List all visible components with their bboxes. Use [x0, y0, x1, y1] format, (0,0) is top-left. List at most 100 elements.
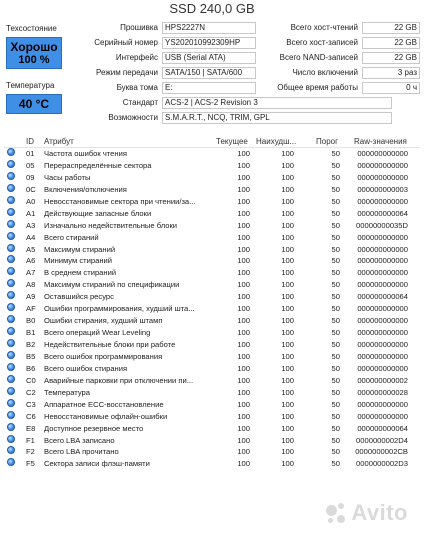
table-row[interactable]: F2 Всего LBA прочитано 100 100 50 0000000002C…	[4, 446, 420, 458]
cell-worst: 100	[281, 316, 294, 326]
table-row[interactable]: A4 Всего стираний 100 100 50 000000000000	[4, 231, 420, 244]
table-row[interactable]: E8 Доступное резервное место 100 100 50 00000…	[4, 422, 420, 435]
features-label: Возможности	[108, 113, 158, 122]
cell-raw: 0000000002CB	[355, 447, 408, 457]
cell-threshold: 50	[331, 160, 340, 170]
cell-threshold: 50	[331, 304, 340, 314]
cell-threshold: 50	[331, 268, 340, 278]
table-row[interactable]: A0 Невосстановимые сектора при чтении/за.…	[4, 195, 420, 208]
table-row[interactable]: 01 Частота ошибок чтения 100 100 50 000000000…	[4, 148, 420, 160]
cell-threshold: 50	[331, 280, 340, 290]
cell-raw: 000000000000	[357, 399, 408, 409]
header-threshold[interactable]: Порог	[316, 137, 338, 146]
header-attribute[interactable]: Атрибут	[44, 137, 74, 146]
power-on-hours-label: Общее время работы	[277, 83, 358, 92]
table-row[interactable]: 0C Включения/отключения 100 100 50 0000000000…	[4, 183, 420, 196]
table-row[interactable]: C0 Аварийные парковки при отключении пи..…	[4, 374, 420, 387]
table-row[interactable]: B5 Всего ошибок программирования 100 100 50 0…	[4, 350, 420, 363]
cell-attribute: Сектора записи флэш-памяти	[44, 459, 150, 469]
cell-threshold: 50	[331, 423, 340, 433]
table-row[interactable]: A3 Изначально недействительные блоки 100 10…	[4, 219, 420, 232]
table-row[interactable]: B2 Недействительные блоки при работе 100 10…	[4, 339, 420, 351]
cell-threshold: 50	[331, 316, 340, 326]
table-row[interactable]: 09 Часы работы 100 100 50 000000000000	[4, 171, 420, 184]
cell-worst: 100	[281, 160, 294, 170]
table-row[interactable]: A7 В среднем стираний 100 100 50 000000000000	[4, 267, 420, 279]
header-worst[interactable]: Наихудш...	[256, 137, 296, 146]
cell-threshold: 50	[331, 172, 340, 182]
table-row[interactable]: C6 Невосстановимые офлайн-ошибки 100 100 50 0…	[4, 410, 420, 423]
status-dot-icon	[7, 422, 15, 431]
cell-raw: 000000000000	[357, 244, 408, 254]
status-dot-icon	[7, 327, 15, 336]
health-status-badge[interactable]: Хорошо 100 %	[6, 37, 62, 69]
cell-id: A8	[26, 280, 36, 290]
cell-id: A9	[26, 292, 36, 302]
cell-worst: 100	[281, 387, 294, 397]
cell-attribute: Всего LBA записано	[44, 435, 115, 445]
table-row[interactable]: F5 Сектора записи флэш-памяти 100 100 50 0000…	[4, 458, 420, 470]
smart-table[interactable]: ID Атрибут Текущее Наихудш... Порог Raw-…	[4, 136, 420, 470]
cell-current: 100	[237, 172, 250, 182]
cell-worst: 100	[281, 196, 294, 206]
cell-id: A4	[26, 232, 36, 242]
cell-id: B6	[26, 363, 36, 373]
table-row[interactable]: A8 Максимум стираний по спецификации 100 10…	[4, 279, 420, 291]
cell-attribute: Часы работы	[44, 172, 91, 182]
cell-attribute: Изначально недействительные блоки	[44, 220, 178, 230]
temperature-badge[interactable]: 40 °C	[6, 94, 62, 114]
cell-raw: 000000000000	[357, 149, 408, 158]
table-row[interactable]: A1 Действующие запасные блоки 100 100 50 0000…	[4, 207, 420, 220]
cell-worst: 100	[281, 328, 294, 338]
cell-id: A5	[26, 244, 36, 254]
cell-raw: 000000000000	[357, 304, 408, 314]
status-dot-icon	[7, 362, 15, 371]
cell-raw: 000000000000	[357, 328, 408, 338]
cell-attribute: Частота ошибок чтения	[44, 149, 127, 158]
table-row[interactable]: AF Ошибки программирования, худший шта...…	[4, 303, 420, 315]
cell-worst: 100	[281, 184, 294, 194]
cell-id: AF	[26, 304, 36, 314]
cell-id: A7	[26, 268, 36, 278]
cell-attribute: Доступное резервное место	[44, 423, 144, 433]
cell-raw: 000000000064	[357, 208, 408, 218]
table-row[interactable]: A6 Минимум стираний 100 100 50 000000000000	[4, 255, 420, 267]
header-id[interactable]: ID	[26, 137, 34, 146]
status-dot-icon	[7, 398, 15, 407]
table-row[interactable]: 05 Перераспределённые сектора 100 100 50 0000…	[4, 159, 420, 172]
cell-attribute: Недействительные блоки при работе	[44, 340, 176, 349]
status-dot-icon	[7, 171, 15, 180]
table-row[interactable]: A5 Максимум стираний 100 100 50 000000000000	[4, 243, 420, 256]
cell-id: 09	[26, 172, 35, 182]
cell-id: 01	[26, 149, 35, 158]
table-row[interactable]: B1 Всего операций Wear Leveling 100 100 50 00…	[4, 327, 420, 339]
temperature-label: Температура	[6, 81, 55, 90]
header-raw-values[interactable]: Raw-значения	[354, 137, 407, 146]
table-row[interactable]: A9 Оставшийся ресурс 100 100 50 000000000064	[4, 291, 420, 303]
table-row[interactable]: F1 Всего LBA записано 100 100 50 0000000002D4	[4, 434, 420, 447]
nand-writes-label: Всего NAND-записей	[279, 53, 358, 62]
table-row[interactable]: C3 Аппаратное ECC-восстановление 100 100 50 0…	[4, 398, 420, 411]
cell-attribute: Оставшийся ресурс	[44, 292, 114, 302]
cell-raw: 00000000035D	[356, 220, 408, 230]
cell-raw: 000000000064	[357, 423, 408, 433]
cell-raw: 000000000000	[357, 280, 408, 290]
status-dot-icon	[7, 183, 15, 192]
smart-table-header: ID Атрибут Текущее Наихудш... Порог Raw-…	[4, 136, 420, 148]
cell-id: B5	[26, 351, 36, 361]
table-row[interactable]: B6 Всего ошибок стирания 100 100 50 000000000…	[4, 362, 420, 375]
table-row[interactable]: B0 Ошибки стирания, худший штамп 100 100 50 0…	[4, 315, 420, 327]
cell-id: E8	[26, 423, 36, 433]
cell-id: A6	[26, 256, 36, 266]
cell-attribute: Невосстановимые офлайн-ошибки	[44, 411, 168, 421]
cell-current: 100	[237, 268, 250, 278]
cell-id: C0	[26, 375, 36, 385]
table-row[interactable]: C2 Температура 100 100 50 000000000028	[4, 386, 420, 399]
header-current[interactable]: Текущее	[216, 137, 248, 146]
cell-worst: 100	[281, 399, 294, 409]
info-host-writes-row: Всего хост-записей 22 GB	[262, 37, 422, 49]
cell-id: B2	[26, 340, 36, 349]
cell-current: 100	[237, 220, 250, 230]
host-writes-field: 22 GB	[362, 37, 420, 49]
status-dot-icon	[7, 303, 15, 312]
